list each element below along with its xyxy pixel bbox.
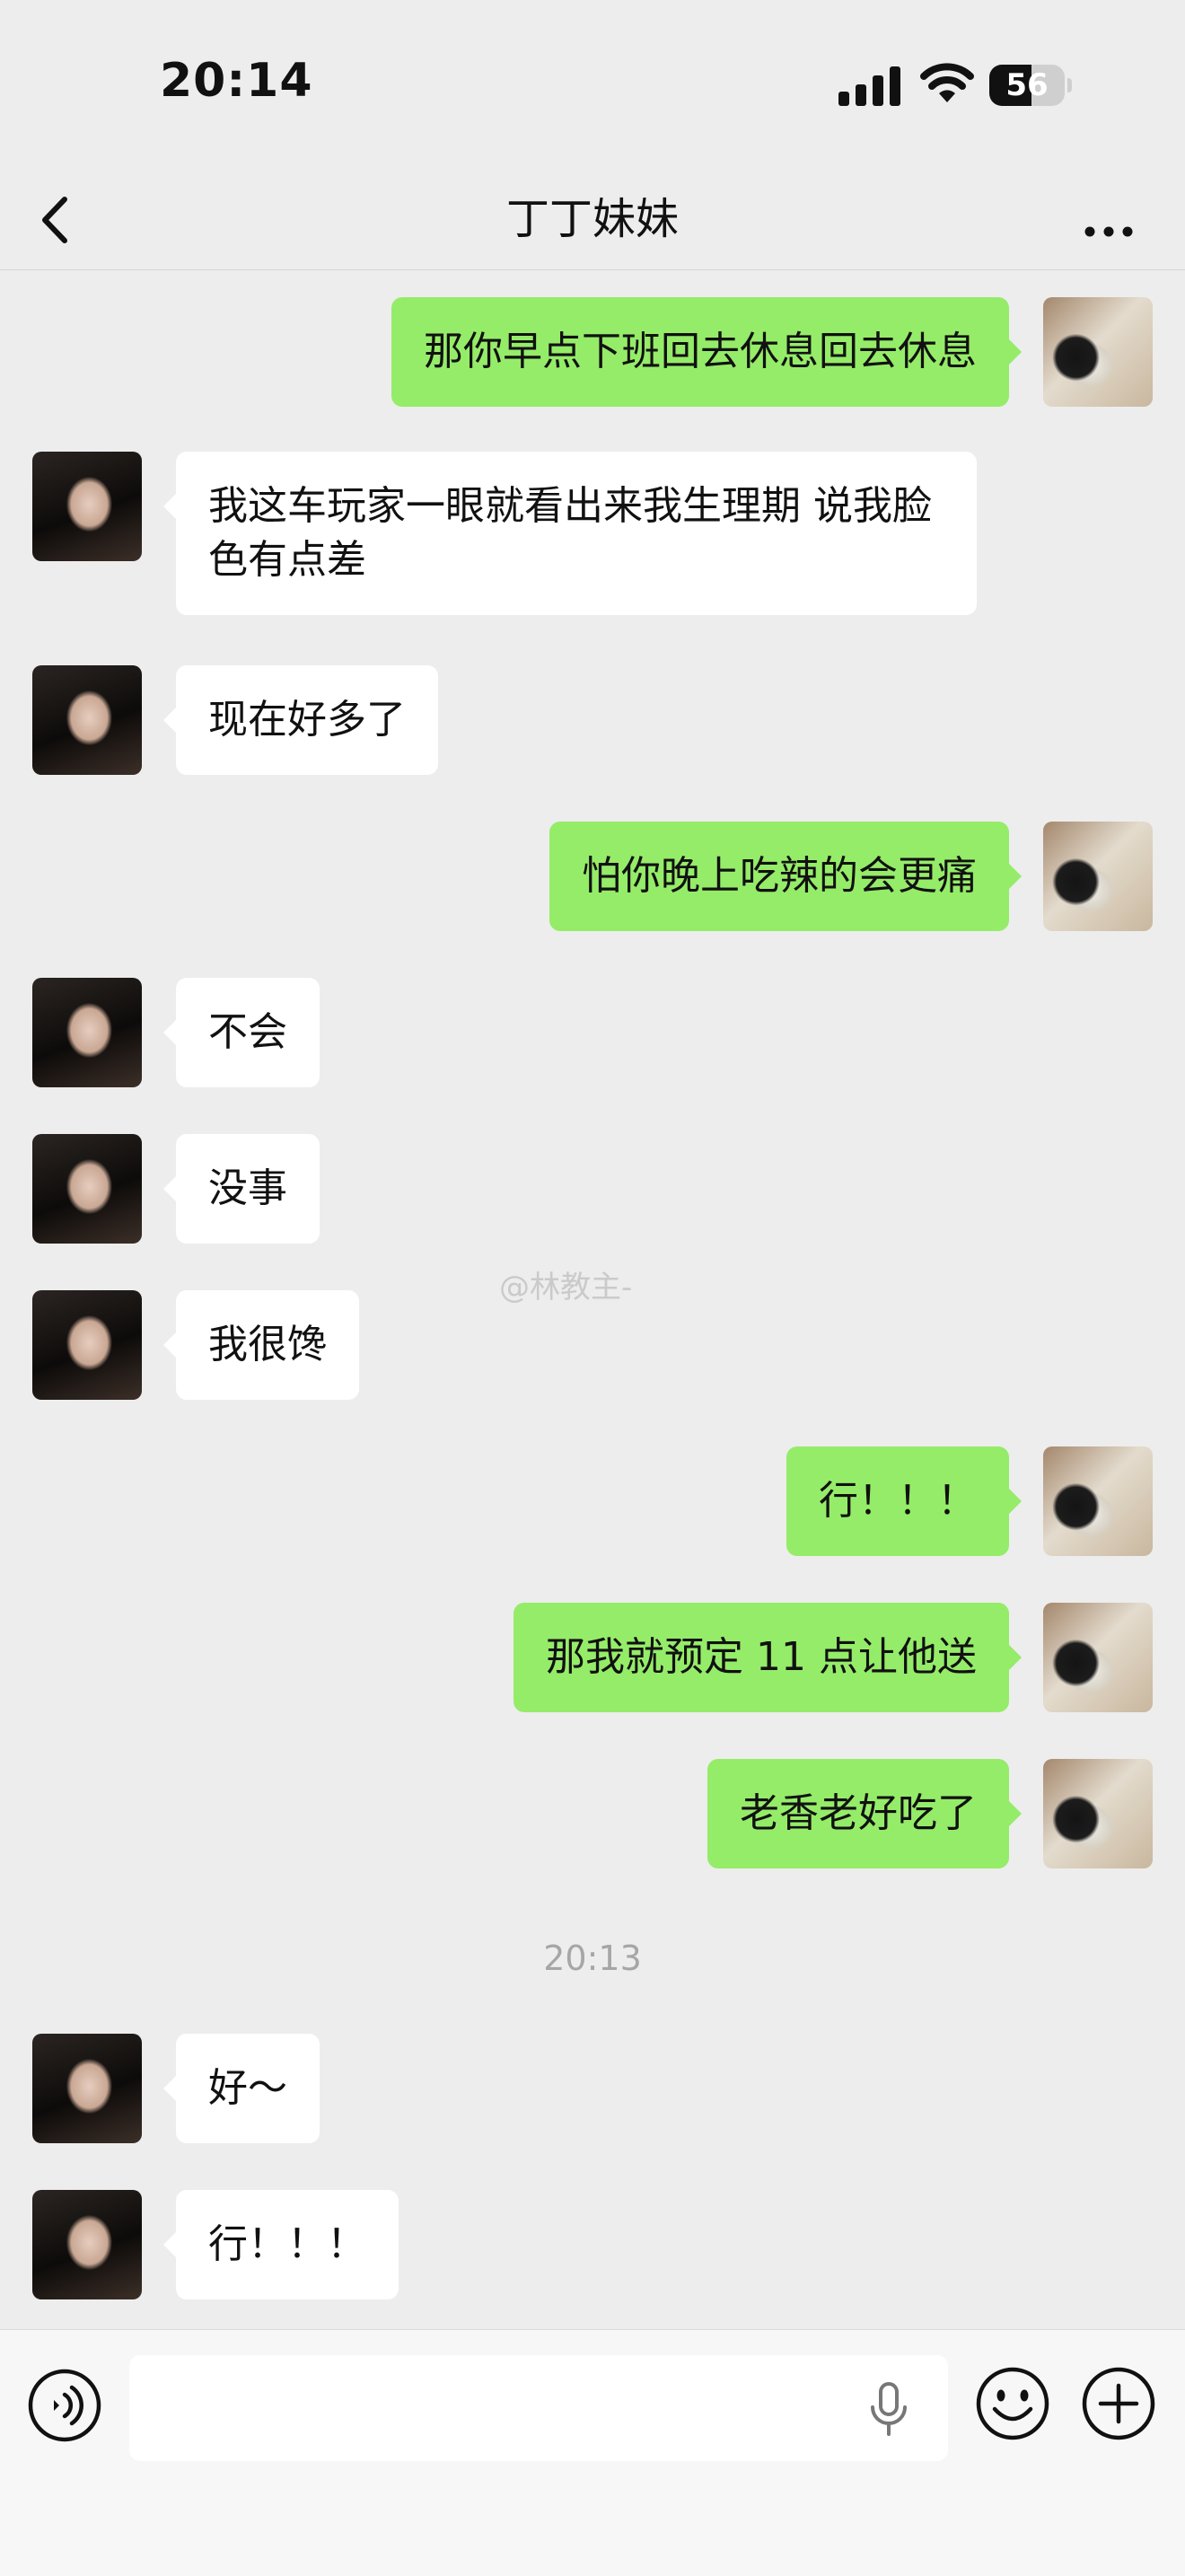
message-bubble[interactable]: 没事: [163, 1134, 320, 1244]
chat-header: 丁丁妹妹: [0, 171, 1185, 270]
message-bubble[interactable]: 行！！！: [786, 1446, 1022, 1556]
contact-avatar[interactable]: [32, 665, 142, 775]
message-bubble[interactable]: 好～: [163, 2034, 320, 2143]
contact-avatar[interactable]: [32, 2190, 142, 2299]
message-bubble[interactable]: 行！！！: [163, 2190, 399, 2299]
chat-title: 丁丁妹妹: [505, 194, 679, 244]
smiley-icon[interactable]: [975, 2366, 1050, 2441]
message-bubble[interactable]: 那你早点下班回去休息回去休息: [391, 297, 1022, 407]
message-bubble[interactable]: 老香老好吃了: [707, 1759, 1022, 1868]
contact-avatar[interactable]: [32, 2034, 142, 2143]
contact-avatar[interactable]: [32, 1134, 142, 1244]
message-bubble[interactable]: 现在好多了: [163, 665, 438, 775]
my-avatar[interactable]: [1043, 297, 1153, 407]
battery-cap: [1067, 78, 1072, 92]
battery-level: 56: [1005, 67, 1049, 103]
contact-avatar[interactable]: [32, 978, 142, 1087]
message-input[interactable]: [129, 2355, 948, 2461]
cellular-signal-icon: [838, 66, 900, 106]
message-timestamp: 20:13: [543, 1939, 642, 1978]
status-bar: 20:14 56: [0, 0, 1185, 171]
voice-wave-icon[interactable]: [27, 2368, 102, 2443]
my-avatar[interactable]: [1043, 1759, 1153, 1868]
message-bubble[interactable]: 不会: [163, 978, 320, 1087]
message-bubble[interactable]: 怕你晚上吃辣的会更痛: [549, 822, 1022, 931]
message-bubble[interactable]: 我很馋: [163, 1290, 359, 1400]
contact-avatar[interactable]: [32, 452, 142, 561]
input-bar: [0, 2329, 1185, 2576]
plus-circle-icon[interactable]: [1081, 2366, 1156, 2441]
microphone-icon[interactable]: [862, 2380, 916, 2438]
battery-indicator: 56: [989, 65, 1072, 106]
contact-avatar[interactable]: [32, 1290, 142, 1400]
my-avatar[interactable]: [1043, 1446, 1153, 1556]
chevron-left-icon[interactable]: [34, 183, 88, 257]
message-bubble[interactable]: 那我就预定 11 点让他送: [514, 1603, 1022, 1712]
my-avatar[interactable]: [1043, 1603, 1153, 1712]
status-time: 20:14: [160, 54, 313, 108]
my-avatar[interactable]: [1043, 822, 1153, 931]
ellipsis-icon[interactable]: [1077, 192, 1140, 246]
message-bubble[interactable]: 我这车玩家一眼就看出来我生理期 说我脸色有点差: [163, 452, 977, 615]
wifi-icon: [920, 63, 974, 102]
watermark: @林教主-: [499, 1270, 633, 1306]
battery-body: 56: [989, 65, 1065, 106]
